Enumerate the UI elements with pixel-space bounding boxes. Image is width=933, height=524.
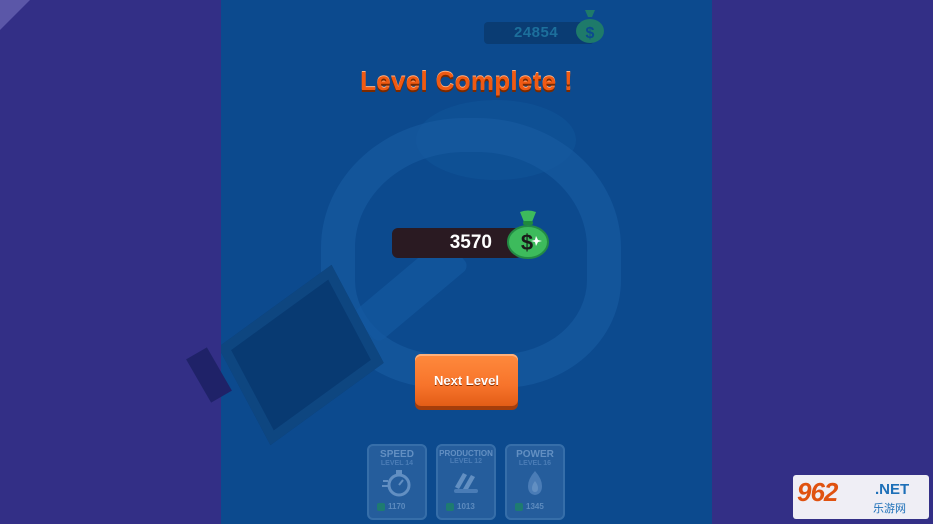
upgrade-cost: 1170: [371, 502, 423, 516]
upgrade-level: LEVEL 16: [518, 460, 552, 467]
site-watermark: 962 .NET 乐游网: [793, 475, 929, 519]
upgrade-title: SPEED: [380, 449, 414, 460]
watermark-chinese: 乐游网: [873, 503, 906, 515]
watermark-suffix: .NET: [875, 481, 910, 498]
level-complete-title: Level Complete !: [360, 66, 573, 96]
upgrade-cost-value: 1170: [388, 502, 406, 511]
corner-decoration: [0, 0, 30, 30]
svg-text:$: $: [521, 230, 533, 255]
upgrade-card-production[interactable]: PRODUCTION LEVEL 12 1013: [436, 444, 496, 520]
cash-icon: [446, 502, 454, 511]
upgrade-level: LEVEL 12: [449, 458, 483, 465]
conveyor-icon: [454, 473, 478, 493]
money-bag-icon: $: [507, 210, 549, 259]
top-currency-counter: 24854 $: [484, 10, 606, 44]
upgrade-level: LEVEL 14: [380, 460, 414, 467]
cash-icon: [377, 502, 385, 511]
watermark-brand: 962: [797, 477, 838, 507]
reward-amount: 3570: [392, 228, 522, 258]
upgrade-card-speed[interactable]: SPEED LEVEL 14 1170: [367, 444, 427, 520]
next-level-button[interactable]: Next Level: [415, 354, 518, 406]
upgrade-title: PRODUCTION: [439, 449, 493, 458]
reward-counter: 3570 $: [392, 210, 552, 260]
stopwatch-icon: [382, 470, 411, 497]
money-bag-icon: $: [576, 10, 604, 43]
upgrade-cost: 1013: [440, 502, 492, 516]
upgrade-cost: 1345: [509, 502, 561, 516]
upgrade-title: POWER: [516, 449, 554, 460]
flame-icon: [528, 471, 542, 495]
upgrade-card-power[interactable]: POWER LEVEL 16 1345: [505, 444, 565, 520]
upgrade-cost-value: 1013: [457, 502, 475, 511]
upgrade-cost-value: 1345: [526, 502, 544, 511]
cash-icon: [515, 502, 523, 511]
svg-text:$: $: [586, 25, 595, 42]
